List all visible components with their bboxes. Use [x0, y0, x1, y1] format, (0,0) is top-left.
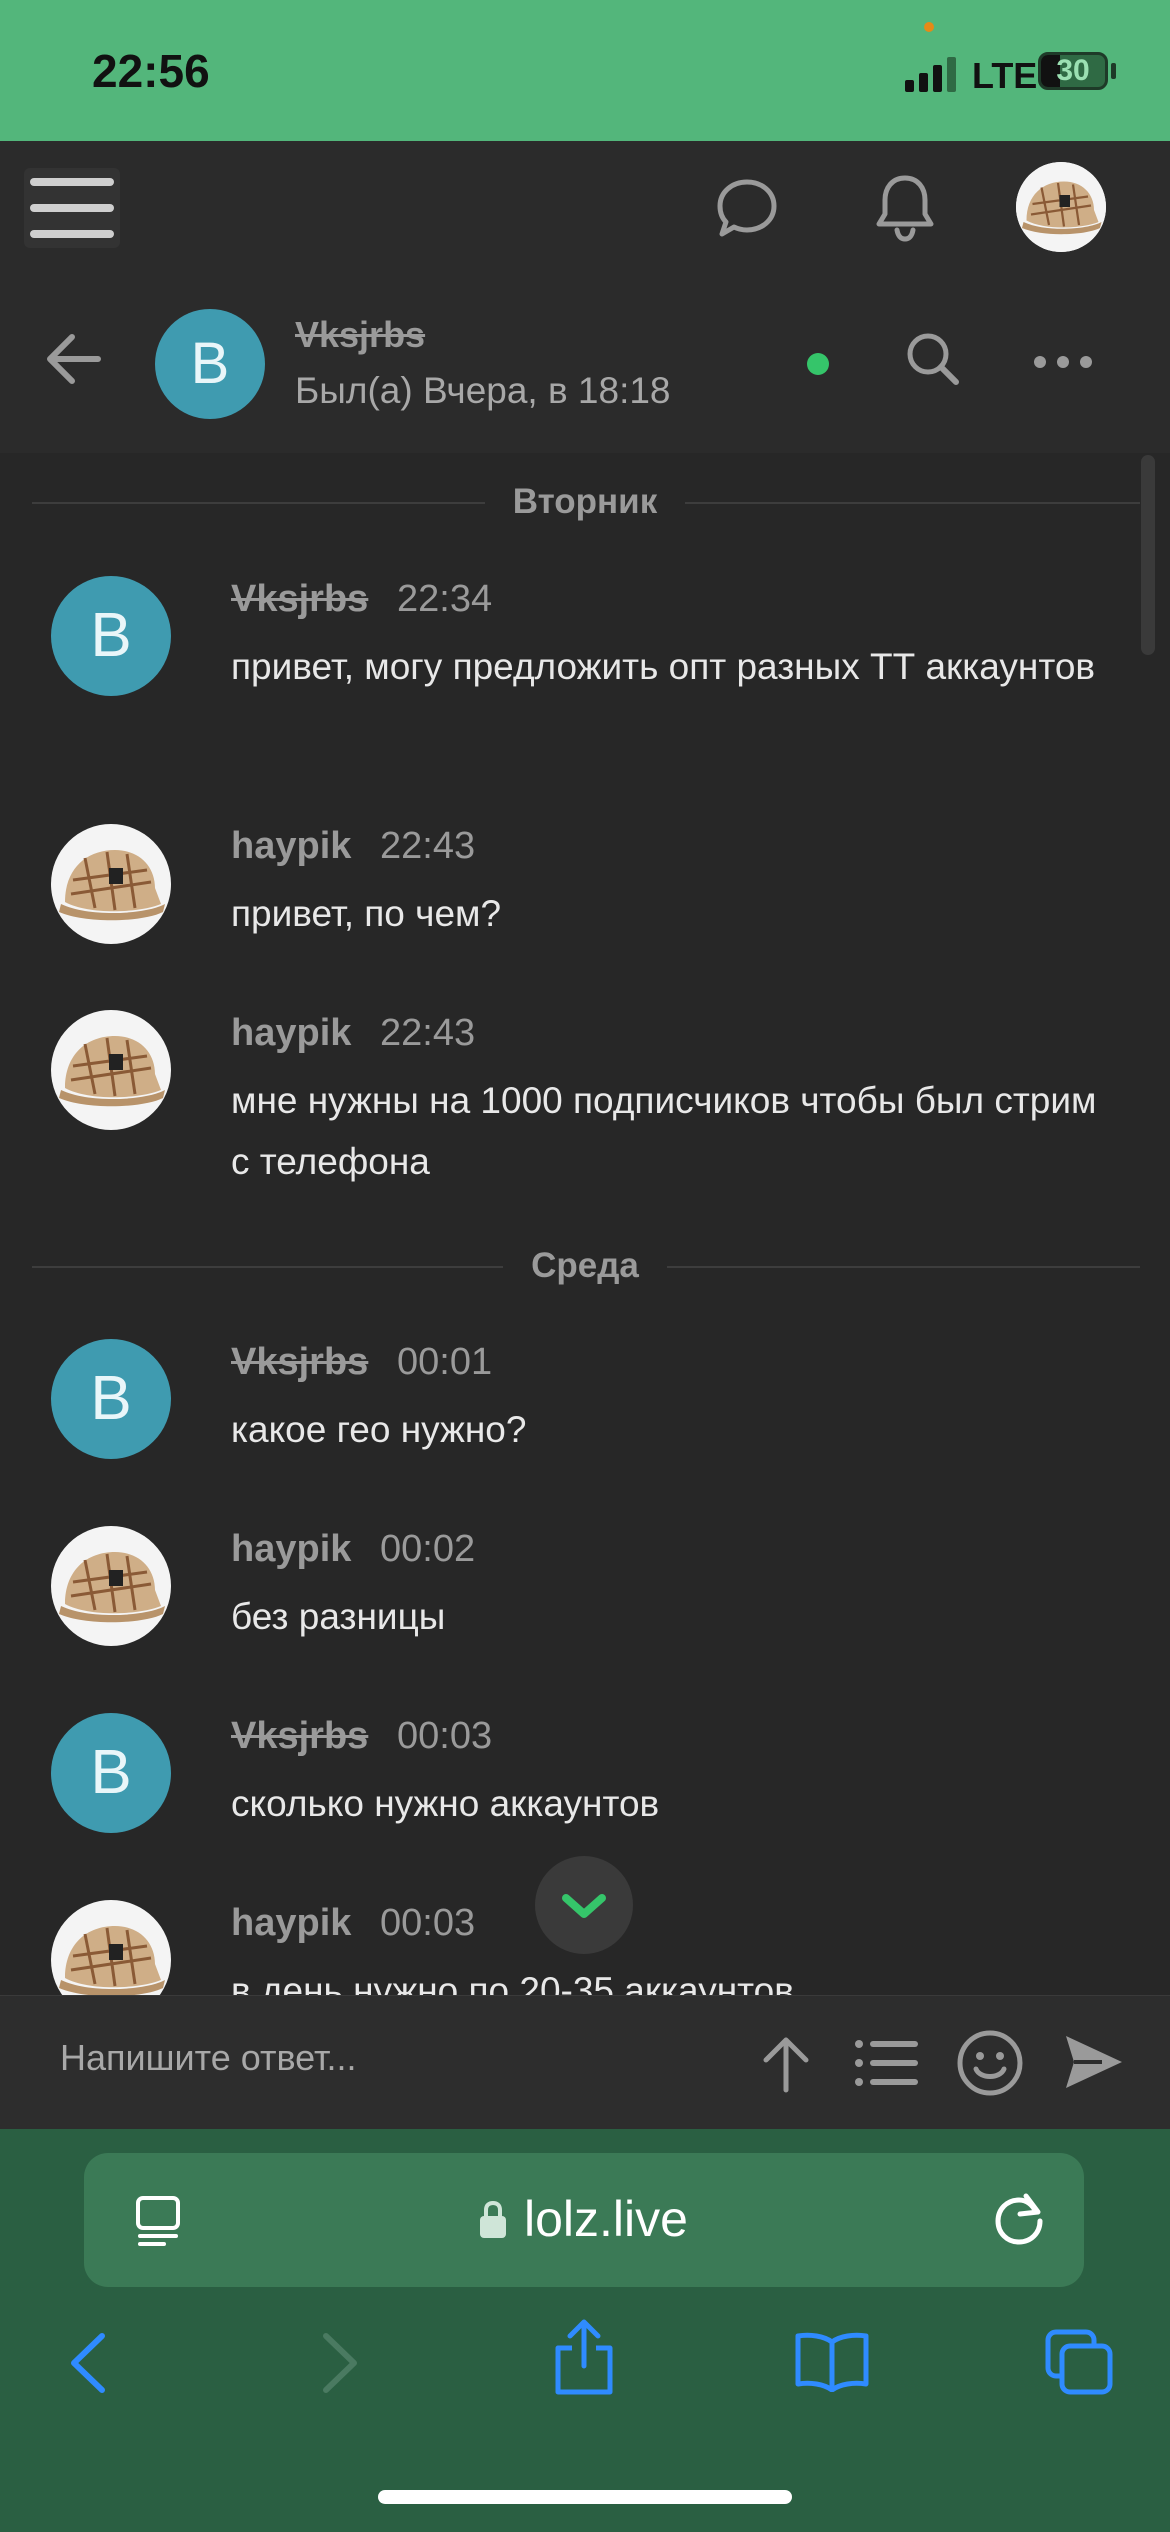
cap-image-icon — [59, 850, 165, 921]
hamburger-menu-icon[interactable] — [24, 168, 120, 248]
chat-bubble-icon[interactable] — [714, 176, 780, 242]
more-options-icon[interactable] — [1032, 352, 1094, 372]
message-text: привет, по чем? — [231, 893, 502, 934]
message-author[interactable]: Vksjrbs — [231, 1715, 368, 1758]
message-time: 00:03 — [380, 1902, 476, 1944]
tabs-icon[interactable] — [1044, 2328, 1114, 2396]
share-icon[interactable] — [552, 2318, 616, 2398]
message-text: мне нужны на 1000 подписчиков чтобы был … — [231, 1080, 1097, 1182]
message-avatar[interactable]: B — [51, 1339, 171, 1459]
emoji-icon[interactable] — [956, 2029, 1024, 2097]
cap-image-icon — [59, 1926, 165, 1995]
signal-icon — [905, 56, 957, 92]
message-time: 22:43 — [380, 1012, 476, 1054]
reply-input[interactable]: Напишите ответ... — [60, 2037, 357, 2079]
message-avatar[interactable] — [51, 1010, 171, 1130]
message-time: 22:43 — [380, 825, 476, 867]
day-divider-wednesday: Среда — [0, 1246, 1170, 1286]
message-author[interactable]: Vksjrbs — [231, 578, 368, 621]
message-author[interactable]: haypik — [231, 1012, 351, 1055]
message-text: без разницы — [231, 1596, 446, 1637]
message-avatar[interactable] — [51, 1526, 171, 1646]
bookmarks-icon[interactable] — [794, 2330, 870, 2392]
message-time: 00:02 — [380, 1528, 476, 1570]
mic-indicator — [924, 22, 934, 32]
search-icon[interactable] — [904, 330, 962, 388]
upload-arrow-icon[interactable] — [758, 2034, 814, 2094]
message-text: сколько нужно аккаунтов — [231, 1783, 660, 1824]
message-avatar[interactable] — [51, 1900, 171, 1995]
battery-nub — [1111, 63, 1116, 79]
cap-image-icon — [59, 1036, 165, 1107]
list-format-icon[interactable] — [854, 2038, 920, 2088]
cap-image-icon — [59, 1552, 165, 1623]
message-avatar[interactable] — [51, 824, 171, 944]
message-author[interactable]: Vksjrbs — [231, 1341, 368, 1384]
bell-icon[interactable] — [872, 172, 938, 244]
status-time: 22:56 — [92, 45, 210, 97]
message-time: 00:01 — [397, 1341, 493, 1383]
back-nav-icon[interactable] — [64, 2330, 110, 2396]
battery-level: 30 — [1056, 54, 1090, 87]
reload-icon[interactable] — [992, 2190, 1048, 2250]
chat-partner-name[interactable]: Vksjrbs — [295, 314, 425, 356]
cap-image-icon — [1016, 162, 1106, 252]
top-nav — [0, 141, 1170, 271]
message-author[interactable]: haypik — [231, 1902, 351, 1945]
back-arrow-icon[interactable] — [44, 331, 104, 387]
last-seen-status: Был(а) Вчера, в 18:18 — [295, 370, 671, 411]
message-time: 22:34 — [397, 578, 493, 620]
url-text[interactable]: lolz.live — [524, 2190, 688, 2248]
user-avatar[interactable] — [1016, 162, 1106, 252]
send-icon[interactable] — [1062, 2030, 1126, 2094]
reader-mode-icon[interactable] — [134, 2194, 184, 2248]
message-author[interactable]: haypik — [231, 1528, 351, 1571]
online-indicator — [807, 353, 829, 375]
avatar-letter: B — [190, 331, 230, 396]
chat-partner-avatar[interactable]: B — [155, 309, 265, 419]
chevron-down-icon — [562, 1894, 606, 1918]
forward-nav-icon[interactable] — [318, 2330, 364, 2396]
message-text: какое гео нужно? — [231, 1409, 527, 1450]
network-label: LTE — [972, 55, 1038, 96]
message-text: привет, могу предложить опт разных ТТ ак… — [231, 646, 1096, 687]
message-avatar[interactable]: B — [51, 1713, 171, 1833]
message-avatar[interactable]: B — [51, 576, 171, 696]
message-author[interactable]: haypik — [231, 825, 351, 868]
day-divider-tuesday: Вторник — [0, 482, 1170, 522]
message-time: 00:03 — [397, 1715, 493, 1757]
home-indicator[interactable] — [378, 2490, 792, 2504]
battery-icon: 30 — [1038, 52, 1108, 90]
scroll-to-bottom-button[interactable] — [535, 1856, 633, 1954]
lock-icon — [480, 2200, 506, 2238]
message-text: в день нужно по 20-35 аккаунтов — [231, 1970, 794, 1995]
